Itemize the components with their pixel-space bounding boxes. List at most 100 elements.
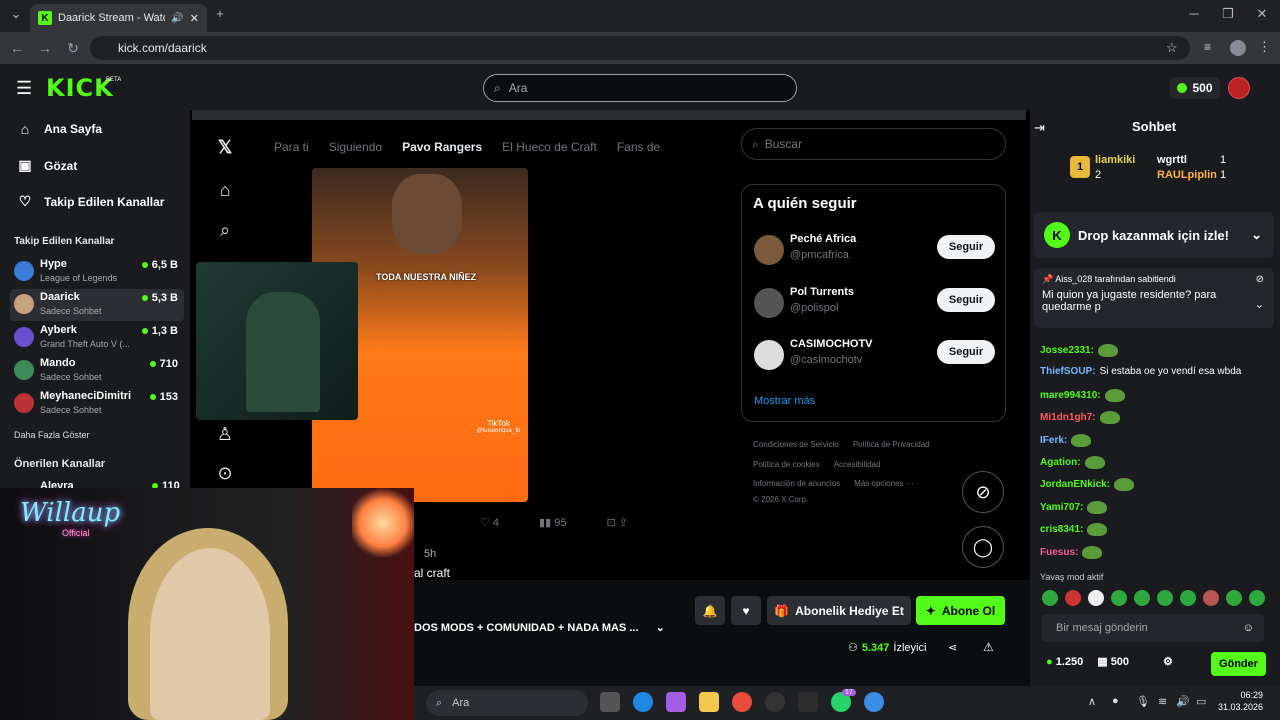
emote[interactable] [1111, 590, 1127, 606]
taskbar-clock[interactable]: 06:29 31.03.2026 [1218, 689, 1263, 713]
emote[interactable] [1249, 590, 1265, 606]
tab-list-icon[interactable]: ⌄ [6, 6, 26, 22]
emote[interactable] [1065, 590, 1081, 606]
chat-input-placeholder: Bir mesaj gönderin [1056, 622, 1148, 634]
reload-icon[interactable]: ↻ [62, 40, 84, 57]
emote[interactable] [1134, 590, 1150, 606]
volume-icon[interactable]: 🔊 [1176, 695, 1190, 708]
heart-icon: ♥ [742, 603, 750, 618]
tiktok-handle: @luisenrique_fit [476, 428, 520, 434]
chat-username[interactable]: cris8341: [1040, 524, 1083, 535]
chat-username[interactable]: Josse2331: [1040, 345, 1094, 356]
sidebar-channel-meyhanecidimitri[interactable]: MeyhaneciDimitri Sadece Sohbet 153 [10, 388, 184, 420]
tab-close-icon[interactable]: ✕ [190, 12, 199, 25]
battery-icon[interactable]: ▭ [1196, 695, 1206, 708]
chat-username[interactable]: Fuesus: [1040, 547, 1078, 558]
notification-button[interactable]: 🔔 [695, 596, 725, 625]
bookmark-share-icons: ⊡ ⇪ [606, 516, 628, 529]
edge-icon[interactable] [633, 692, 653, 712]
chat-input[interactable]: Bir mesaj gönderin ☺ [1042, 614, 1264, 642]
chat-username[interactable]: Yami707: [1040, 502, 1083, 513]
unpin-icon[interactable]: ⊘ [1256, 274, 1264, 285]
user-avatar[interactable] [1228, 77, 1250, 99]
send-button[interactable]: Gönder [1211, 652, 1266, 676]
share-icon[interactable]: ⋖ [948, 641, 957, 654]
chat-username[interactable]: IFerk: [1040, 435, 1067, 446]
nav-following[interactable]: ♡ Takip Edilen Kanallar [18, 193, 165, 210]
live-dot-icon [149, 361, 156, 367]
emote[interactable] [1203, 590, 1219, 606]
follow-name: CASIMOCHOTV [790, 338, 873, 350]
kick-k-icon: K [1044, 222, 1070, 248]
chevron-down-icon[interactable]: ⌄ [656, 622, 665, 634]
taskbar-search[interactable]: ⌕ Ara [426, 690, 588, 716]
copilot-icon[interactable] [666, 692, 686, 712]
channel-points[interactable]: ● 1.250 [1046, 656, 1083, 668]
sidebar-channel-daarick[interactable]: Daarick Sadece Sohbet 5,3 B [10, 289, 184, 321]
gift-sub-button[interactable]: 🎁 Abonelik Hediye Et [767, 596, 911, 625]
report-icon[interactable]: ⚠ [983, 640, 994, 654]
chat-username[interactable]: Agation: [1040, 457, 1081, 468]
explorer-icon[interactable] [699, 692, 719, 712]
sidebar-channel-hype[interactable]: Hype League of Legends 6,5 B [10, 256, 184, 288]
bookmark-star-icon[interactable]: ☆ [1166, 40, 1178, 56]
tray-app-icon[interactable]: ● [1112, 695, 1119, 707]
kick-logo[interactable]: KICK [46, 74, 114, 102]
chat-username[interactable]: ThiefSOUP: [1040, 366, 1096, 377]
nav-browse[interactable]: ▣ Gözat [18, 157, 77, 174]
collapse-chat-icon[interactable]: ⇥ [1034, 120, 1045, 136]
emote[interactable] [1226, 590, 1242, 606]
drop-banner[interactable]: K Drop kazanmak için izle! ⌄ [1034, 212, 1274, 258]
close-window-icon[interactable]: ✕ [1252, 6, 1272, 22]
chevron-down-icon[interactable]: ⌄ [1251, 227, 1262, 243]
media-control-icon[interactable]: ≡ [1204, 40, 1211, 54]
expand-pin-icon[interactable]: ⌄ [1255, 298, 1264, 311]
chat-username[interactable]: JordanENkick: [1040, 479, 1110, 490]
app-icon[interactable] [765, 692, 785, 712]
chrome-icon[interactable] [732, 692, 752, 712]
forward-icon[interactable]: → [34, 40, 56, 56]
viewer-count: 6,5 B [151, 259, 178, 271]
hamburger-menu-icon[interactable]: ☰ [16, 78, 32, 99]
emote[interactable] [1042, 590, 1058, 606]
chat-username[interactable]: mare994310: [1040, 390, 1101, 401]
profile-avatar[interactable] [1230, 40, 1246, 56]
terminal-icon[interactable] [798, 692, 818, 712]
chat-username[interactable]: Mi1dn1gh7: [1040, 412, 1096, 423]
points-badge[interactable]: 500 [1170, 77, 1220, 99]
emote[interactable] [1180, 590, 1196, 606]
channel-category: League of Legends [40, 273, 118, 283]
browser-tab[interactable]: K Daarick Stream - Watch Live 🔊 ✕ [30, 4, 207, 32]
chat-settings-icon[interactable]: ⚙ [1163, 655, 1173, 668]
nav-home[interactable]: ⌂ Ana Sayfa [18, 121, 102, 137]
url-field[interactable]: kick.com/daarick [90, 36, 1190, 60]
minimize-icon[interactable]: ─ [1184, 6, 1204, 21]
show-more-link[interactable]: Daha Fazla Göster [14, 430, 90, 440]
new-tab-icon[interactable]: + [210, 6, 230, 21]
neon-sign: Willaup [20, 498, 121, 528]
subscribe-button[interactable]: ✦ Abone Ol [916, 596, 1005, 625]
follow-heart-button[interactable]: ♥ [731, 596, 761, 625]
pepe-emote-icon [1114, 478, 1135, 492]
tray-chevron-icon[interactable]: ∧ [1088, 695, 1096, 708]
browser-menu-icon[interactable]: ⋮ [1258, 39, 1271, 55]
stream-title[interactable]: DOS MODS + COMUNIDAD + NADA MAS ... ⌄ [414, 621, 665, 634]
sidebar-channel-mando[interactable]: Mando Sadece Sohbet 710 [10, 355, 184, 387]
restore-icon[interactable]: ❐ [1218, 6, 1238, 22]
grok-icon: ⊘ [962, 471, 1004, 513]
emote[interactable] [1157, 590, 1173, 606]
search-input[interactable]: ⌕ Ara [483, 74, 797, 102]
wifi-icon[interactable]: ≋ [1158, 695, 1167, 708]
mic-icon[interactable]: 🎙 [1136, 695, 1150, 708]
emote[interactable] [1088, 590, 1104, 606]
speaker-icon[interactable]: 🔊 [171, 13, 183, 24]
store-points[interactable]: ▦ 500 [1097, 655, 1129, 668]
emoji-icon[interactable]: ☺ [1243, 622, 1254, 634]
sidebar-channel-ayberk[interactable]: Ayberk Grand Theft Auto V (... 1,3 B [10, 322, 184, 354]
follow-name: Peché Africa [790, 233, 857, 245]
app-icon[interactable] [864, 692, 884, 712]
taskview-icon[interactable] [600, 692, 620, 712]
back-icon[interactable]: ← [6, 40, 28, 56]
chat-footer: ● 1.250 ▦ 500 ⚙ [1046, 655, 1173, 669]
chat-message: Yami707: [1040, 500, 1108, 514]
